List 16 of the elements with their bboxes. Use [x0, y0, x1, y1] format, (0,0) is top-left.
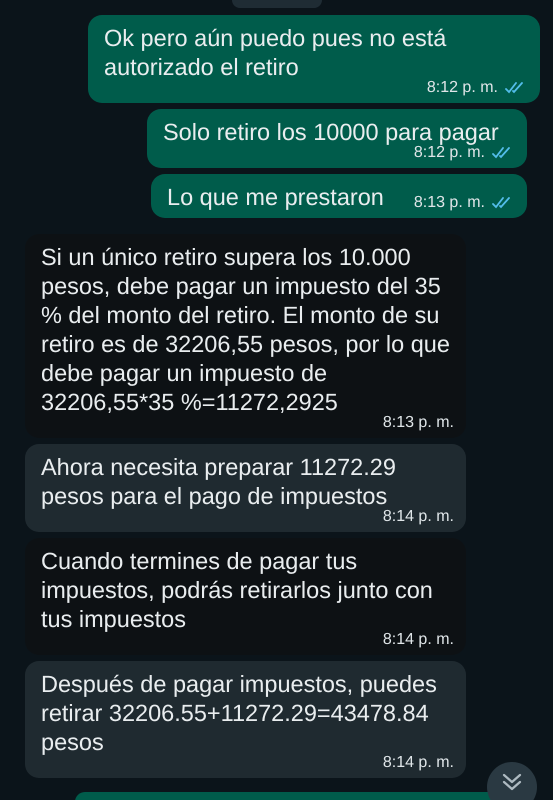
message-time: 8:13 p. m.: [414, 194, 485, 212]
message-text: Solo retiro los 10000 para pagar: [163, 118, 499, 146]
message-time: 8:14 p. m.: [382, 508, 454, 526]
scroll-down-button[interactable]: [487, 762, 537, 800]
message-time: 8:12 p. m.: [426, 79, 498, 97]
message-time: 8:12 p. m.: [414, 144, 485, 162]
message-text: Después de pagar impuestos, puedes retirar 32206.55+11272.29=43478.84 pesos: [41, 670, 438, 756]
message-time: 8:14 p. m.: [382, 754, 454, 772]
message-text: Ahora necesita preparar 11272.29 pesos para el pago de impuestos: [41, 453, 397, 510]
double-chevron-down-icon: [501, 772, 523, 792]
message-time: 8:13 p. m.: [382, 414, 454, 432]
message-text: Si un único retiro supera los 10.000 pesos, debe pagar un impuesto del 35 % del monto del retiro. El monto de su retiro es de 32206,55 pesos, por lo que debe pagar un impuesto de 32206,55*35 %=11272,2925: [41, 243, 451, 416]
message-time: 8:14 p. m.: [382, 631, 454, 649]
message-text: Lo que me prestaron: [167, 183, 384, 212]
message-text: Cuando termines de pagar tus impuestos, podrás retirarlos junto con tus impuestos: [41, 547, 434, 632]
message-text: Ok pero aún puedo pues no está autorizado el retiro: [104, 24, 448, 80]
